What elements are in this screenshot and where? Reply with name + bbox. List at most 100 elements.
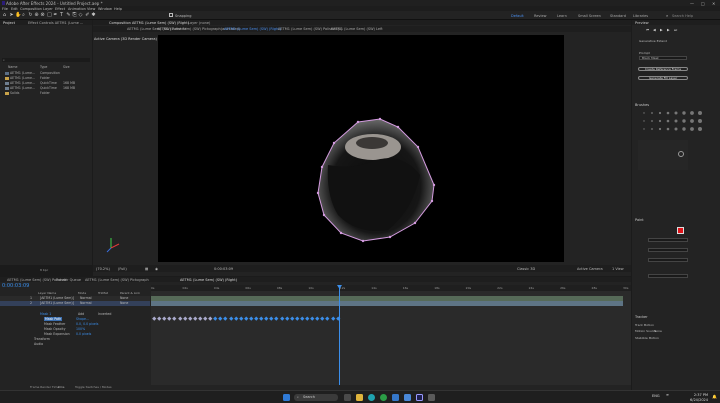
keyframe[interactable] xyxy=(254,315,259,320)
keyframe[interactable] xyxy=(157,315,162,320)
app-icon[interactable] xyxy=(428,394,435,401)
close-icon[interactable]: ✕ xyxy=(712,1,715,6)
menu-help[interactable]: Help xyxy=(114,7,122,11)
rectangle-tool-icon[interactable]: □ xyxy=(47,13,52,18)
col-name[interactable]: Name xyxy=(8,65,17,69)
time-ruler[interactable]: 0s 02s 04s 06s 08s 10s 12s 14s 16s 18s 20s 22s 24s 26… xyxy=(151,285,631,291)
roto-brush-tool-icon[interactable]: ✐ xyxy=(85,13,90,18)
audio-row[interactable]: Audio xyxy=(0,342,150,347)
col-layer-name[interactable]: Layer Name xyxy=(38,291,56,295)
keyframe[interactable] xyxy=(193,315,197,320)
keyframe[interactable] xyxy=(274,315,279,320)
project-search[interactable]: ⌕ xyxy=(2,58,90,62)
col-mode[interactable]: Mode xyxy=(78,291,86,295)
keyframe[interactable] xyxy=(249,315,253,320)
maximize-icon[interactable]: □ xyxy=(701,1,705,6)
composition-viewer[interactable] xyxy=(158,35,564,262)
keyframe[interactable] xyxy=(295,315,299,320)
renderer-label[interactable]: Classic 3D xyxy=(517,267,535,271)
view-tab[interactable]: AETM1 (Lume Sem) (SW) (Right) xyxy=(224,27,281,31)
menu-file[interactable]: File xyxy=(2,7,8,11)
keyframe[interactable] xyxy=(208,315,213,320)
chrome-icon[interactable] xyxy=(380,394,387,401)
keyframe[interactable] xyxy=(279,315,284,320)
keyframe[interactable] xyxy=(305,315,310,320)
pen-tool-icon[interactable]: ✒ xyxy=(53,13,58,18)
layer-mode[interactable]: Normal xyxy=(80,296,92,300)
zoom-tool-icon[interactable]: ⌕ xyxy=(21,13,26,18)
workspace-review[interactable]: Review xyxy=(534,14,547,18)
tab-composition[interactable]: Composition AETM1 (Lume Sem) (SW) (Right… xyxy=(109,21,189,25)
layer-bar[interactable] xyxy=(151,301,623,306)
clock-time[interactable]: 2:37 PM xyxy=(684,393,708,397)
type-tool-icon[interactable]: T xyxy=(59,13,64,18)
camera-icon[interactable]: ◉ xyxy=(155,267,158,271)
mail-icon[interactable] xyxy=(392,394,399,401)
layer-row[interactable]: 2 [AETM1 (Lume Sem)] Normal None xyxy=(0,301,150,306)
keyframe[interactable] xyxy=(203,315,208,320)
workspace-learn[interactable]: Learn xyxy=(557,14,567,18)
timeline-tracks[interactable]: 0s 02s 04s 06s 08s 10s 12s 14s 16s 18s 20s 22s 24s 26… xyxy=(151,285,631,385)
minimize-icon[interactable]: — xyxy=(690,1,694,6)
workspace-standard[interactable]: Standard xyxy=(610,14,626,18)
keyframe[interactable] xyxy=(234,315,238,320)
home-icon[interactable]: ⌂ xyxy=(2,13,7,18)
keyframe[interactable] xyxy=(290,315,294,320)
next-frame-icon[interactable]: ▶ xyxy=(667,28,670,32)
timeline-tab[interactable]: Render Queue xyxy=(56,278,81,282)
foreground-color-swatch[interactable] xyxy=(677,227,684,234)
create-reference-frame-button[interactable]: Create Reference Frame xyxy=(638,67,688,71)
rotate-tool-icon[interactable]: ↻ xyxy=(28,13,33,18)
paint-channels-field[interactable] xyxy=(648,248,688,252)
keyframe[interactable] xyxy=(239,315,243,320)
tab-project[interactable]: Project xyxy=(3,21,15,25)
col-type[interactable]: Type xyxy=(40,65,47,69)
keyframe[interactable] xyxy=(330,315,335,320)
workspace-small-screen[interactable]: Small Screen xyxy=(578,14,601,18)
view-tab[interactable]: AETM1 (Lume Sem) (SW) Left xyxy=(331,27,383,31)
keyframe[interactable] xyxy=(152,315,157,320)
resolution-dropdown[interactable]: (Full) xyxy=(118,267,127,271)
views-dropdown[interactable]: 1 View xyxy=(612,267,624,271)
clone-tool-icon[interactable]: ⎘ xyxy=(72,13,77,18)
layer-parent[interactable]: None xyxy=(120,301,128,305)
language-indicator[interactable]: ENG xyxy=(652,394,660,398)
eraser-tool-icon[interactable]: ◇ xyxy=(78,13,83,18)
paint-duration-field[interactable] xyxy=(648,258,688,262)
keyframe[interactable] xyxy=(167,315,172,320)
keyframe[interactable] xyxy=(183,315,187,320)
keyframe[interactable] xyxy=(285,315,289,320)
edge-icon[interactable] xyxy=(368,394,375,401)
layer-parent[interactable]: None xyxy=(120,296,128,300)
current-time[interactable]: 0:00:03:09 xyxy=(214,267,233,271)
layer-mode[interactable]: Normal xyxy=(80,301,92,305)
timeline-tab[interactable]: AETM1 (Lume Sem) (SW) (Right) xyxy=(180,278,237,282)
store-icon[interactable] xyxy=(404,394,411,401)
keyframe[interactable] xyxy=(320,315,325,320)
taskbar-search[interactable]: ⌕ Search xyxy=(294,394,338,401)
wifi-icon[interactable]: ≋ xyxy=(666,393,669,397)
keyframe[interactable] xyxy=(269,315,274,320)
toggle-switches[interactable]: Toggle Switches / Modes xyxy=(75,385,112,389)
file-explorer-icon[interactable] xyxy=(356,394,363,401)
keyframe[interactable] xyxy=(259,315,264,320)
after-effects-icon[interactable] xyxy=(416,394,423,401)
keyframe[interactable] xyxy=(300,315,304,320)
menu-window[interactable]: Window xyxy=(98,7,112,11)
first-frame-icon[interactable]: ⏮ xyxy=(646,28,649,32)
stabilize-motion-button[interactable]: Stabilize Motion xyxy=(635,336,659,340)
keyframe[interactable] xyxy=(177,315,182,320)
keyframe[interactable] xyxy=(172,315,177,320)
menu-effect[interactable]: Effect xyxy=(55,7,65,11)
clone-source-field[interactable] xyxy=(648,274,688,278)
menu-composition[interactable]: Composition xyxy=(20,7,42,11)
keyframe[interactable] xyxy=(218,315,223,320)
puppet-tool-icon[interactable]: ✱ xyxy=(91,13,96,18)
keyframe[interactable] xyxy=(228,315,233,320)
paint-mode-field[interactable] xyxy=(648,238,688,242)
keyframe[interactable] xyxy=(315,315,320,320)
keyframe[interactable] xyxy=(213,315,218,320)
task-view-icon[interactable] xyxy=(344,394,351,401)
motion-source-dropdown[interactable]: None xyxy=(654,329,662,333)
keyframe[interactable] xyxy=(310,315,315,320)
